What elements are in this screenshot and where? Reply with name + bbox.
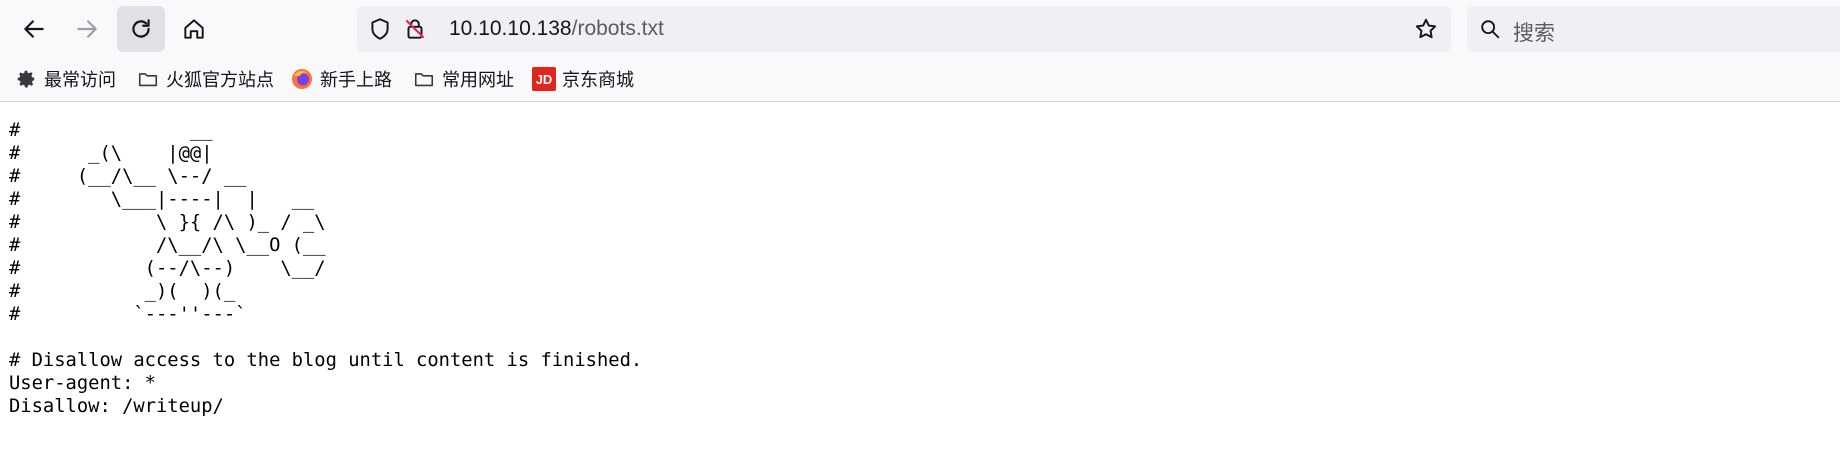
bookmarks-toolbar: 最常访问 火狐官方站点 新手上路 常用网址 JD 京东商城 xyxy=(0,58,1840,102)
folder-icon xyxy=(412,67,436,91)
bookmark-most-visited[interactable]: 最常访问 xyxy=(14,64,116,94)
insecure-lock-icon[interactable] xyxy=(402,16,428,42)
search-placeholder: 搜索 xyxy=(1513,22,1555,45)
shield-icon[interactable] xyxy=(367,16,393,42)
bookmark-label: 京东商城 xyxy=(562,70,634,90)
jd-icon: JD xyxy=(532,67,556,91)
bookmark-firefox-official[interactable]: 火狐官方站点 xyxy=(136,64,274,94)
reload-button[interactable] xyxy=(117,6,165,52)
star-icon[interactable] xyxy=(1413,16,1439,42)
firefox-icon xyxy=(290,67,314,91)
home-button[interactable] xyxy=(170,6,218,52)
url-text[interactable]: 10.10.10.138/robots.txt xyxy=(449,16,664,42)
bookmark-label: 最常访问 xyxy=(44,70,116,90)
arrow-left-icon xyxy=(24,20,44,38)
bookmark-common-sites[interactable]: 常用网址 xyxy=(412,64,514,94)
browser-toolbar: 10.10.10.138/robots.txt 搜索 xyxy=(0,0,1840,58)
back-button[interactable] xyxy=(10,6,58,52)
url-host: 10.10.10.138 xyxy=(449,17,572,40)
svg-text:JD: JD xyxy=(536,72,553,87)
forward-button[interactable] xyxy=(63,6,111,52)
search-bar[interactable]: 搜索 xyxy=(1467,6,1840,52)
arrow-right-icon xyxy=(77,20,97,38)
url-path: /robots.txt xyxy=(571,17,664,40)
bookmark-label: 新手上路 xyxy=(320,70,392,90)
url-bar[interactable]: 10.10.10.138/robots.txt xyxy=(357,6,1451,52)
bookmark-getting-started[interactable]: 新手上路 xyxy=(290,64,392,94)
home-icon xyxy=(184,19,204,39)
folder-icon xyxy=(136,67,160,91)
bookmark-label: 火狐官方站点 xyxy=(166,70,274,90)
bookmark-label: 常用网址 xyxy=(442,70,514,90)
robots-txt-content: # __ # _(\ |@@| # (__/\__ \--/ __ # \___… xyxy=(9,120,643,417)
gear-icon xyxy=(14,67,38,91)
bookmark-jd[interactable]: JD 京东商城 xyxy=(532,64,634,94)
search-icon xyxy=(1481,20,1500,39)
reload-icon xyxy=(132,19,150,38)
